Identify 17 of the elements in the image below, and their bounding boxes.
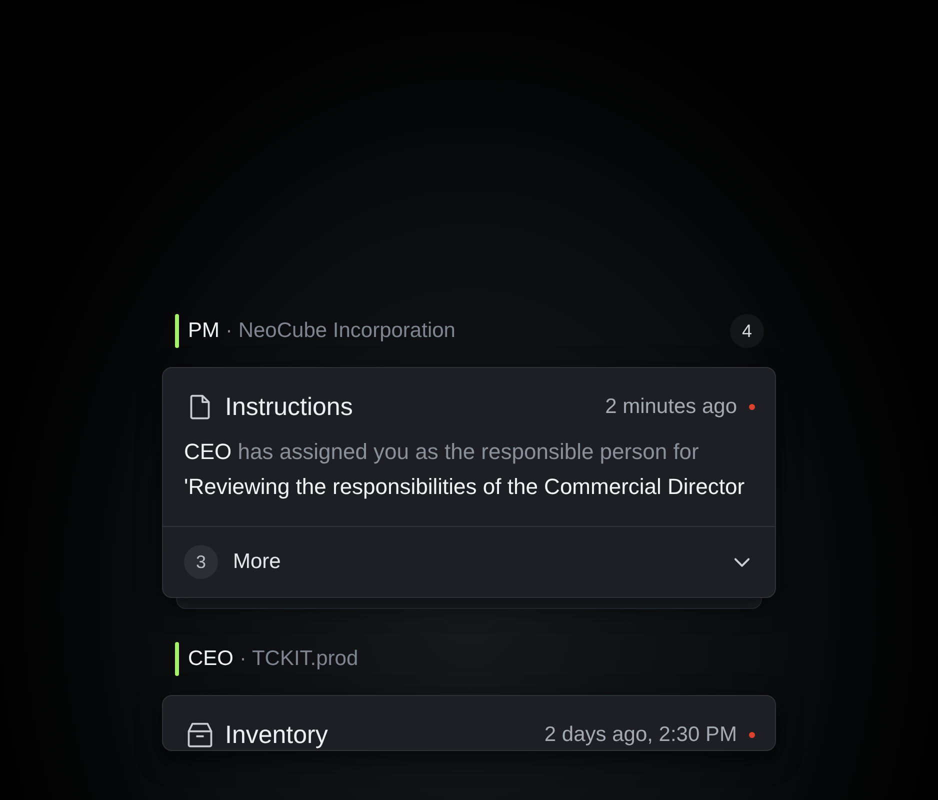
group-company: · TCKIT.prod [240,647,358,671]
chevron-icon[interactable] [733,556,751,568]
box-icon [185,720,215,750]
more-label: More [233,550,281,574]
card-time: 2 days ago, 2:30 PM [544,723,737,747]
count-badge: 3 [184,545,218,579]
accent-bar [175,642,179,676]
card-message: CEO has assigned you as the responsible person for 'Reviewing the responsibilities of the Commercial Director [184,438,745,501]
accent-bar [175,314,179,348]
group-role: CEO [188,647,234,671]
count-badge: 4 [730,314,764,348]
card-time: 2 minutes ago [605,395,737,419]
group-company: · NeoCube Incorporation [226,319,456,343]
card-title: Inventory [225,720,328,750]
group-role: PM [188,319,220,343]
more-row[interactable]: 3 More [163,526,775,597]
card-title: Instructions [225,392,353,422]
